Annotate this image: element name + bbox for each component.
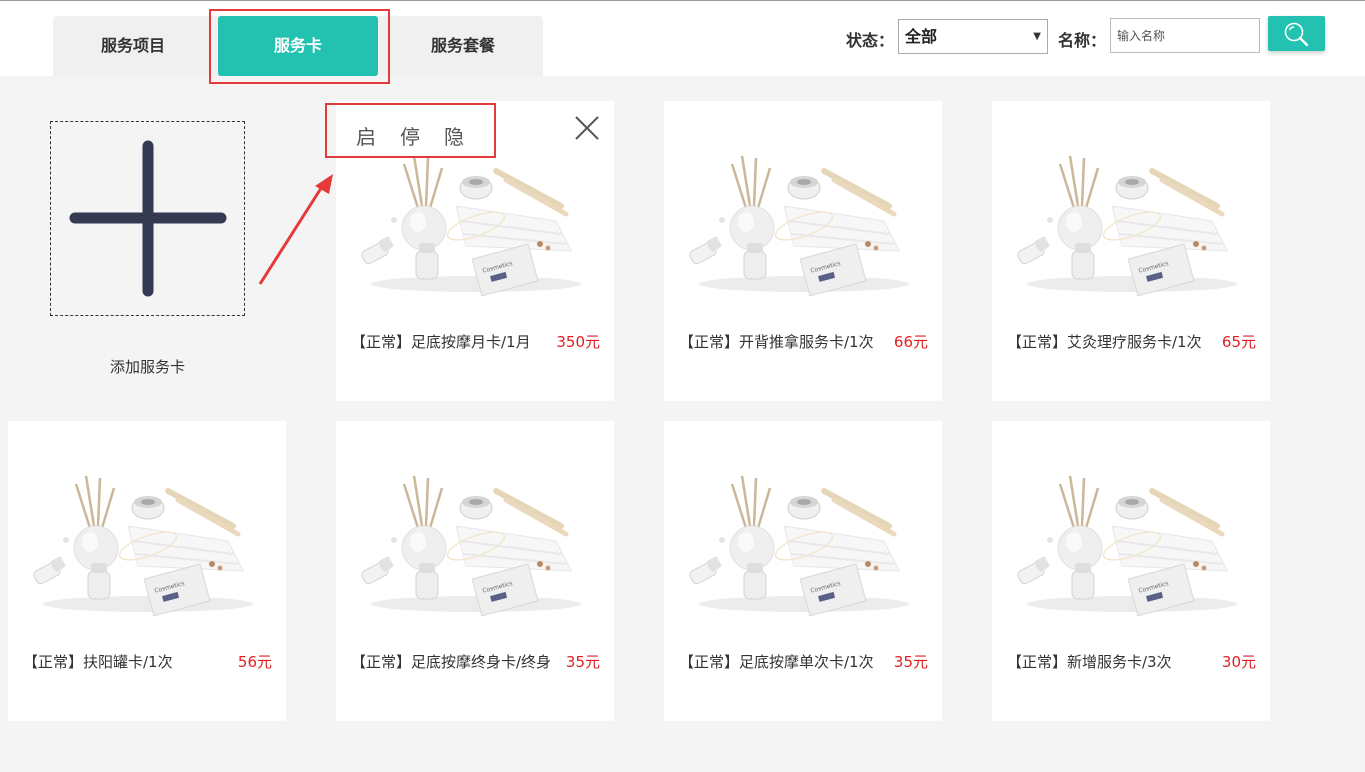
service-card-title: 【正常】足底按摩终身卡/终身 [351,653,552,671]
service-card[interactable]: Cosmetics 【正常】开背推拿服务卡/1次 66元 [664,101,942,401]
service-card-price: 56元 [237,653,272,671]
search-button[interactable] [1268,16,1325,51]
add-card-button[interactable] [50,121,245,316]
chevron-down-icon: ▼ [1033,31,1041,42]
tab-service-packages[interactable]: 服务套餐 [383,16,543,76]
service-card-price: 30元 [1221,653,1256,671]
name-label: 名称： [1058,31,1107,50]
name-search-input[interactable] [1110,18,1260,53]
status-select-value: 全部 [905,27,938,46]
annotation-arrow-icon [258,174,333,285]
service-card[interactable]: Cosmetics 【正常】艾灸理疗服务卡/1次 65元 [992,101,1270,401]
service-card-price: 35元 [893,653,928,671]
service-card-price: 66元 [893,333,928,351]
service-card-image: Cosmetics [1012,466,1252,617]
service-card-title: 【正常】新增服务卡/3次 [1007,653,1172,671]
service-card-price: 350元 [556,333,600,351]
service-card-price: 65元 [1221,333,1256,351]
status-label: 状态： [846,31,895,50]
service-card-title: 【正常】艾灸理疗服务卡/1次 [1007,333,1202,351]
service-card-image: Cosmetics [28,466,268,617]
service-card-image: Cosmetics [356,146,596,297]
status-select[interactable]: 全部 ▼ [898,19,1048,54]
service-card-price: 35元 [565,653,600,671]
close-icon[interactable] [574,115,600,141]
service-card-title: 【正常】足底按摩月卡/1月 [351,333,531,351]
tab-service-items[interactable]: 服务项目 [53,16,213,76]
highlight-box-actions [325,103,496,158]
service-card-image: Cosmetics [684,146,924,297]
service-card[interactable]: Cosmetics 【正常】足底按摩终身卡/终身 35元 [336,421,614,721]
search-icon [1284,22,1309,47]
service-card-title: 【正常】开背推拿服务卡/1次 [679,333,874,351]
service-card-image: Cosmetics [1012,146,1252,297]
service-card-title: 【正常】扶阳罐卡/1次 [23,653,173,671]
service-card-image: Cosmetics [684,466,924,617]
service-card[interactable]: Cosmetics 【正常】扶阳罐卡/1次 56元 [8,421,286,721]
service-card-title: 【正常】足底按摩单次卡/1次 [679,653,874,671]
plus-icon [69,140,227,297]
service-card-image: Cosmetics [356,466,596,617]
add-card-label: 添加服务卡 [109,358,185,376]
service-card[interactable]: Cosmetics 【正常】新增服务卡/3次 30元 [992,421,1270,721]
service-card[interactable]: Cosmetics 【正常】足底按摩单次卡/1次 35元 [664,421,942,721]
highlight-box-tab [209,9,390,84]
